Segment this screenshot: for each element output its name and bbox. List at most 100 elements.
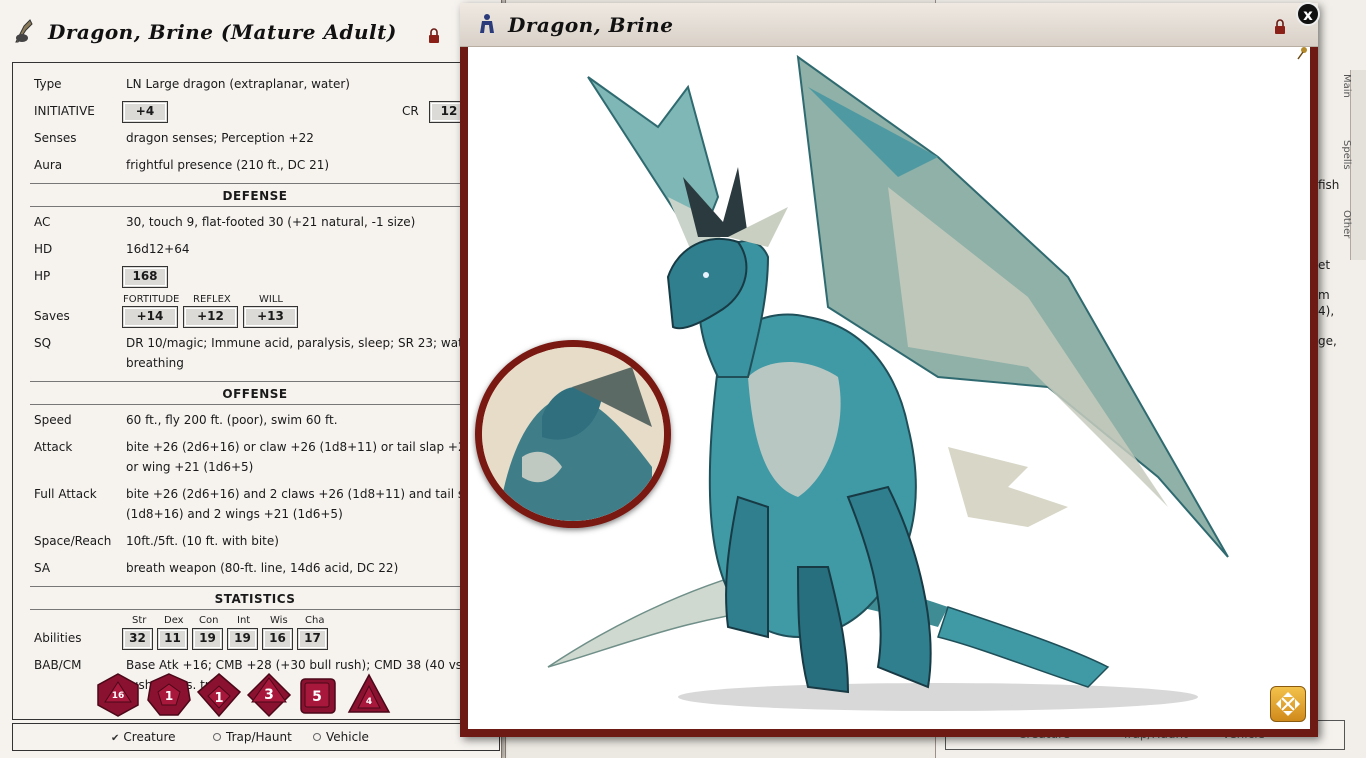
ability-name-con: Con	[199, 615, 218, 626]
d4-die-icon[interactable]: 4	[346, 672, 392, 718]
d10-die-icon[interactable]: 1	[196, 672, 242, 718]
section-divider	[30, 206, 480, 207]
saves-label: Saves	[34, 309, 70, 323]
senses-label: Senses	[34, 131, 77, 145]
popup-title-bar[interactable]: Dragon, Brine	[460, 3, 1318, 47]
fragment-text: et	[1318, 258, 1330, 272]
will-field[interactable]: +13	[243, 306, 298, 328]
babcm-label: BAB/CM	[34, 658, 81, 672]
popup-title: Dragon, Brine	[508, 13, 673, 37]
ac-label: AC	[34, 215, 50, 229]
d4-face: 4	[366, 697, 372, 707]
expand-arrows-icon	[1271, 687, 1305, 721]
hp-field[interactable]: 168	[122, 266, 168, 288]
statistics-header: STATISTICS	[30, 592, 480, 606]
sheet-header: Dragon, Brine (Mature Adult)	[0, 0, 502, 60]
image-size-button[interactable]	[1270, 686, 1306, 722]
d20-die-icon[interactable]: 16	[95, 672, 141, 718]
aura-value[interactable]: frightful presence (210 ft., DC 21)	[126, 155, 329, 175]
full-attack-value-line2[interactable]: (1d8+16) and 2 wings +21 (1d6+5)	[126, 504, 343, 524]
checkmark-icon: ✔	[111, 733, 119, 744]
attack-value-line2[interactable]: or wing +21 (1d6+5)	[126, 457, 253, 477]
full-attack-label: Full Attack	[34, 487, 97, 501]
initiative-field[interactable]: +4	[122, 101, 168, 123]
radio-creature-label: Creature	[123, 730, 175, 744]
ability-name-dex: Dex	[164, 615, 184, 626]
ability-score-con[interactable]: 19	[192, 628, 223, 650]
npc-type-selector: ✔ Creature Trap/Haunt Vehicle	[12, 723, 500, 751]
lock-icon[interactable]	[428, 28, 440, 44]
radio-dot-icon	[313, 733, 321, 741]
npc-stat-sheet: Dragon, Brine (Mature Adult) Type LN Lar…	[0, 0, 502, 758]
fragment-text: m	[1318, 288, 1330, 302]
d12-face: 1	[165, 689, 173, 703]
sq-label: SQ	[34, 336, 51, 350]
hp-label: HP	[34, 269, 50, 283]
fragment-text: 4),	[1318, 304, 1334, 318]
defense-header: DEFENSE	[30, 189, 480, 203]
d8-die-icon[interactable]: 3	[246, 672, 292, 718]
ability-name-str: Str	[132, 615, 146, 626]
speed-value[interactable]: 60 ft., fly 200 ft. (poor), swim 60 ft.	[126, 410, 338, 430]
fortitude-field[interactable]: +14	[122, 306, 178, 328]
pin-icon[interactable]	[1296, 46, 1308, 60]
fragment-text: fish	[1318, 178, 1339, 192]
d12-die-icon[interactable]: 1	[146, 672, 192, 718]
section-divider	[30, 381, 480, 382]
radio-trap-label: Trap/Haunt	[226, 730, 292, 744]
close-button[interactable]: x	[1296, 2, 1320, 26]
type-value: LN Large dragon (extraplanar, water)	[126, 74, 350, 94]
d8-face: 3	[264, 687, 274, 703]
hd-label: HD	[34, 242, 52, 256]
radio-creature[interactable]: ✔ Creature	[111, 730, 176, 744]
tab-other[interactable]: Other	[1341, 210, 1352, 238]
initiative-label: INITIATIVE	[34, 104, 95, 118]
type-label: Type	[34, 77, 62, 91]
radio-trap-haunt[interactable]: Trap/Haunt	[213, 730, 292, 744]
section-divider	[30, 404, 480, 405]
background-side-tabs[interactable]: Main Spells Other	[1350, 70, 1366, 260]
ability-score-str[interactable]: 32	[122, 628, 153, 650]
d6-face: 5	[312, 689, 322, 705]
sheet-title: Dragon, Brine (Mature Adult)	[48, 20, 397, 44]
ability-name-int: Int	[237, 615, 250, 626]
radio-dot-icon	[213, 733, 221, 741]
fortitude-label: FORTITUDE	[123, 294, 179, 305]
sa-value[interactable]: breath weapon (80-ft. line, 14d6 acid, D…	[126, 558, 398, 578]
reflex-label: REFLEX	[193, 294, 231, 305]
senses-value[interactable]: dragon senses; Perception +22	[126, 128, 314, 148]
hd-value[interactable]: 16d12+64	[126, 239, 189, 259]
token-portrait	[482, 347, 664, 521]
reflex-field[interactable]: +12	[183, 306, 238, 328]
abilities-label: Abilities	[34, 631, 82, 645]
npc-figure-icon	[476, 13, 498, 35]
full-attack-value-line1[interactable]: bite +26 (2d6+16) and 2 claws +26 (1d8+1…	[126, 484, 512, 504]
token-dragon-image	[482, 347, 664, 521]
sq-value-line2[interactable]: breathing	[126, 353, 184, 373]
space-reach-label: Space/Reach	[34, 534, 111, 548]
ability-score-wis[interactable]: 16	[262, 628, 293, 650]
ability-name-wis: Wis	[270, 615, 288, 626]
quill-icon	[12, 18, 38, 44]
tab-spells[interactable]: Spells	[1341, 140, 1352, 170]
section-divider	[30, 586, 480, 587]
cr-label: CR	[402, 104, 419, 118]
speed-label: Speed	[34, 413, 72, 427]
ability-score-cha[interactable]: 17	[297, 628, 328, 650]
space-reach-value[interactable]: 10ft./5ft. (10 ft. with bite)	[126, 531, 279, 551]
ability-score-dex[interactable]: 11	[157, 628, 188, 650]
will-label: WILL	[259, 294, 283, 305]
d20-face: 16	[112, 691, 125, 701]
lock-icon[interactable]	[1274, 19, 1286, 35]
section-divider	[30, 609, 480, 610]
ability-score-int[interactable]: 19	[227, 628, 258, 650]
d6-die-icon[interactable]: 5	[296, 672, 342, 718]
tab-main[interactable]: Main	[1341, 74, 1352, 98]
sq-value-line1[interactable]: DR 10/magic; Immune acid, paralysis, sle…	[126, 333, 475, 353]
aura-label: Aura	[34, 158, 62, 172]
dragon-token[interactable]	[475, 340, 671, 528]
ability-name-cha: Cha	[305, 615, 324, 626]
radio-vehicle[interactable]: Vehicle	[313, 730, 369, 744]
ac-value[interactable]: 30, touch 9, flat-footed 30 (+21 natural…	[126, 212, 415, 232]
fragment-text: ge,	[1318, 334, 1337, 348]
